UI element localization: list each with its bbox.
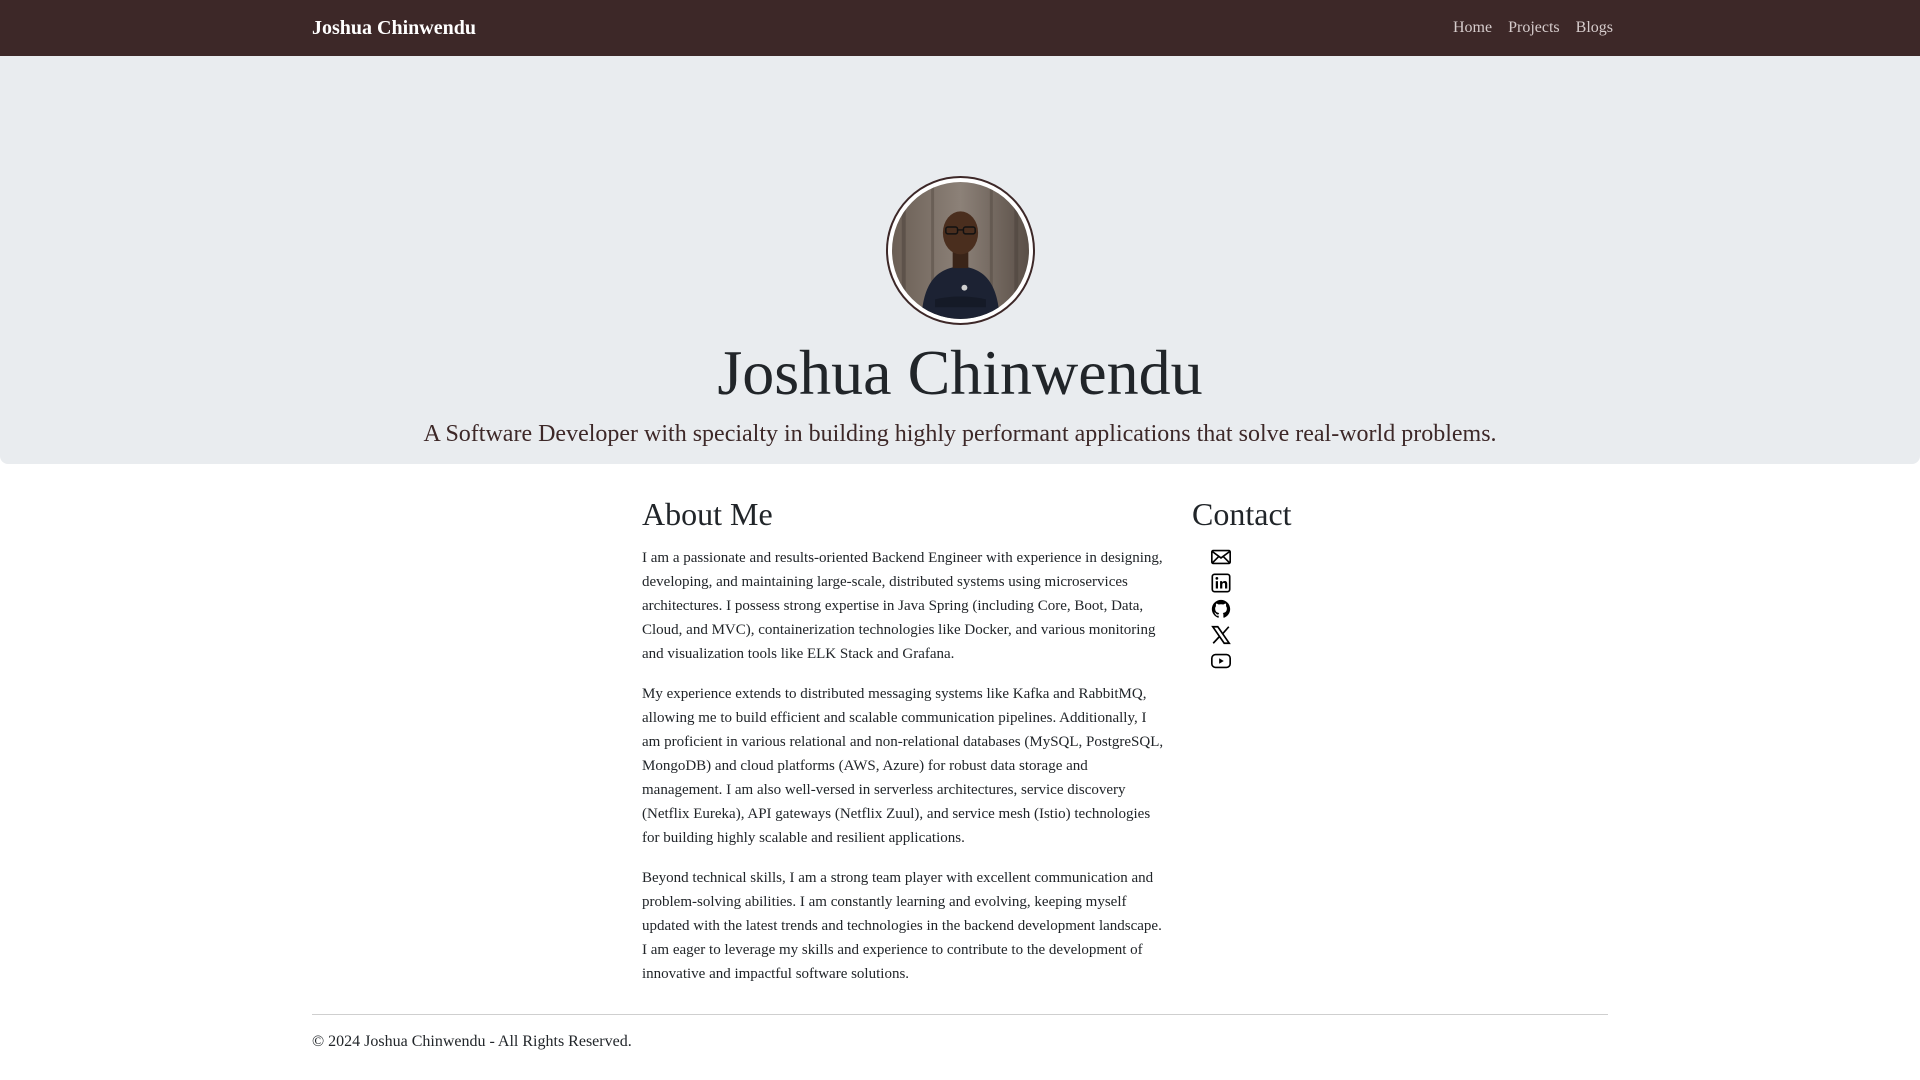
avatar: [892, 182, 1029, 319]
github-link[interactable]: [1210, 598, 1232, 620]
about-paragraph: Beyond technical skills, I am a strong t…: [642, 870, 1162, 982]
github-icon: [1211, 599, 1231, 618]
nav-link-blogs[interactable]: Blogs: [1576, 19, 1613, 37]
x-twitter-icon: [1211, 625, 1231, 645]
nav-link-home[interactable]: Home: [1453, 19, 1492, 37]
email-link[interactable]: [1210, 546, 1232, 568]
contact-section: Contact: [1192, 494, 1392, 672]
linkedin-icon: [1211, 573, 1231, 593]
hero-lead: A Software Developer with specialty in b…: [423, 421, 1497, 447]
profile-photo-icon: [892, 182, 1029, 319]
brand-link[interactable]: Joshua Chinwendu: [312, 17, 476, 40]
about-title: About Me: [642, 496, 773, 532]
nav-link-projects[interactable]: Projects: [1508, 19, 1560, 37]
contact-list: [1192, 546, 1392, 672]
about-section: About Me I am a passionate and results-o…: [642, 494, 1164, 1002]
about-paragraph: I am a passionate and results-oriented B…: [642, 550, 1163, 662]
hero-section: Joshua Chinwendu A Software Developer wi…: [0, 56, 1920, 464]
x-twitter-link[interactable]: [1210, 624, 1232, 646]
navbar: Joshua Chinwendu Home Projects Blogs: [0, 0, 1920, 56]
envelope-icon: [1211, 549, 1231, 565]
youtube-link[interactable]: [1210, 650, 1232, 672]
hero-title: Joshua Chinwendu: [717, 337, 1203, 408]
avatar-ring: [886, 176, 1035, 325]
youtube-icon: [1211, 653, 1231, 669]
footer: © 2024 Joshua Chinwendu - All Rights Res…: [312, 1014, 1608, 1051]
contact-title: Contact: [1192, 496, 1292, 532]
nav-links: Home Projects Blogs: [1453, 19, 1613, 37]
about-paragraph: My experience extends to distributed mes…: [642, 686, 1164, 846]
linkedin-link[interactable]: [1210, 572, 1232, 594]
footer-copyright: © 2024 Joshua Chinwendu - All Rights Res…: [312, 1033, 632, 1050]
